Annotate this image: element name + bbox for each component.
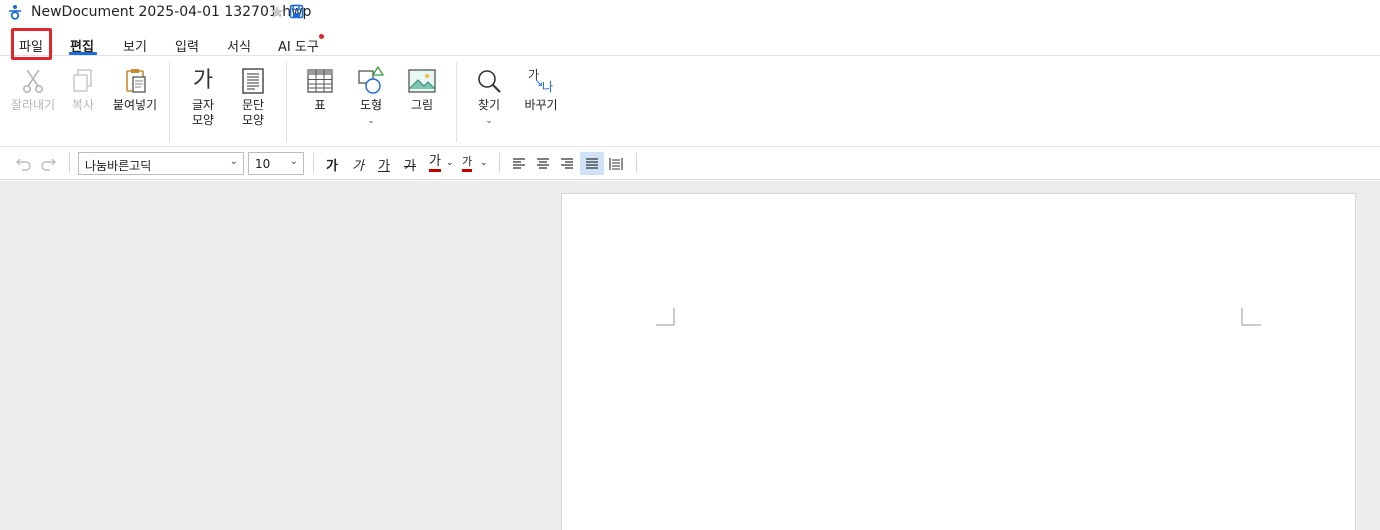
- ribbon-divider: [286, 62, 287, 142]
- ribbon-divider: [456, 62, 457, 142]
- font-size-select[interactable]: 10 ⌄: [248, 152, 304, 175]
- star-icon[interactable]: [269, 4, 285, 20]
- font-name-select[interactable]: 나눔바른고딕 ⌄: [78, 152, 244, 175]
- para-shape-button[interactable]: 문단 모양: [232, 56, 274, 147]
- para-shape-label: 문단 모양: [241, 98, 265, 127]
- paste-button[interactable]: 붙여넣기: [106, 56, 164, 147]
- copy-icon: [73, 69, 92, 92]
- paragraph-icon: [242, 68, 264, 94]
- chevron-down-icon: ⌄: [367, 116, 375, 126]
- format-toolbar: 나눔바른고딕 ⌄ 10 ⌄ 가 가 가 가 가 ⌄ 가 ⌄: [0, 147, 1380, 180]
- replace-icon: 가 ↘ 나: [528, 68, 554, 94]
- ribbon-divider: [169, 62, 170, 142]
- tab-view[interactable]: 보기: [123, 36, 147, 55]
- tab-insert[interactable]: 입력: [175, 36, 199, 55]
- toolbar-divider: [499, 153, 500, 173]
- shape-label: 도형: [359, 98, 383, 112]
- font-color-icon[interactable]: 가: [429, 155, 441, 172]
- chevron-down-icon[interactable]: ⌄: [446, 158, 454, 168]
- table-icon: [307, 69, 333, 93]
- bold-icon[interactable]: 가: [326, 155, 338, 174]
- copy-label: 복사: [71, 98, 95, 112]
- ribbon-toolbar: 잘라내기 복사 붙여넣기 가 글자 모양 문단 모양 표 도형 ⌄ 그림 찾기 …: [0, 56, 1380, 147]
- picture-button[interactable]: 그림: [400, 56, 444, 147]
- char-shape-icon: 가: [192, 68, 214, 93]
- toolbar-divider: [313, 153, 314, 173]
- strikethrough-icon[interactable]: 가: [404, 155, 416, 174]
- chevron-down-icon: ⌄: [229, 156, 238, 167]
- title-bar: NewDocument 2025-04-01 132701.hwp: [0, 0, 1380, 26]
- active-tab-indicator: [69, 52, 97, 55]
- cut-label: 잘라내기: [10, 98, 56, 112]
- paste-label: 붙여넣기: [112, 98, 158, 112]
- chevron-down-icon: ⌄: [485, 116, 493, 126]
- align-center-icon[interactable]: [534, 155, 552, 173]
- picture-label: 그림: [410, 98, 434, 112]
- table-button[interactable]: 표: [300, 56, 340, 147]
- font-name-value: 나눔바른고딕: [85, 159, 152, 173]
- chevron-down-icon: ⌄: [289, 156, 298, 167]
- image-icon: [408, 69, 436, 93]
- replace-button[interactable]: 가 ↘ 나 바꾸기: [518, 56, 564, 147]
- font-size-value: 10: [255, 157, 271, 171]
- find-label: 찾기: [477, 98, 501, 112]
- table-label: 표: [314, 98, 326, 112]
- toolbar-divider: [69, 153, 70, 173]
- save-icon[interactable]: [289, 4, 304, 19]
- shapes-icon: [358, 66, 385, 94]
- highlight-color-icon[interactable]: 가: [462, 155, 473, 172]
- scissors-icon: [23, 69, 43, 93]
- toolbar-divider: [636, 153, 637, 173]
- clipboard-icon: [126, 69, 146, 93]
- char-shape-button[interactable]: 가 글자 모양: [182, 56, 224, 147]
- tab-ai-tools[interactable]: AI 도구: [278, 36, 319, 55]
- document-page[interactable]: [561, 193, 1356, 530]
- replace-label: 바꾸기: [524, 98, 558, 112]
- crop-mark-left: [656, 308, 675, 326]
- align-justify-icon[interactable]: [583, 155, 601, 173]
- notification-dot: [319, 34, 324, 39]
- cut-button[interactable]: 잘라내기: [4, 56, 62, 147]
- shape-button[interactable]: 도형 ⌄: [350, 56, 392, 147]
- menu-bar: 파일 편집 보기 입력 서식 AI 도구: [0, 28, 1380, 56]
- italic-icon[interactable]: 가: [352, 155, 364, 174]
- copy-button[interactable]: 복사: [62, 56, 104, 147]
- char-shape-label: 글자 모양: [191, 98, 215, 127]
- distribute-icon[interactable]: [607, 155, 625, 173]
- document-workspace: [0, 181, 1380, 530]
- chevron-down-icon[interactable]: ⌄: [480, 158, 488, 168]
- undo-icon[interactable]: [14, 155, 32, 173]
- redo-icon[interactable]: [40, 155, 58, 173]
- hancom-app-icon: [9, 5, 21, 20]
- tab-format[interactable]: 서식: [227, 36, 251, 55]
- align-right-icon[interactable]: [558, 155, 576, 173]
- align-left-icon[interactable]: [510, 155, 528, 173]
- crop-mark-right: [1241, 308, 1261, 326]
- underline-icon[interactable]: 가: [378, 155, 390, 174]
- search-icon: [478, 70, 501, 93]
- find-button[interactable]: 찾기 ⌄: [468, 56, 510, 147]
